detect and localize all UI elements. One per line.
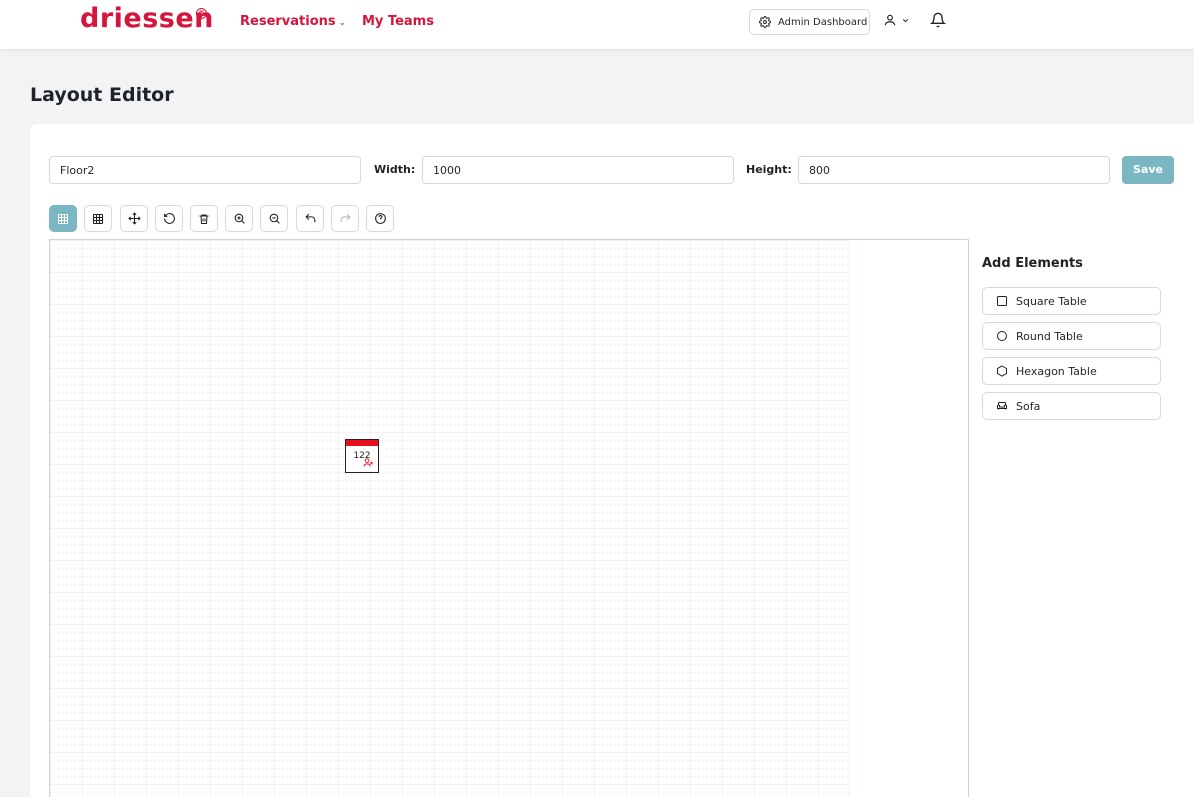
canvas-square-table[interactable]: 122 [345, 439, 379, 473]
undo-button[interactable] [296, 205, 324, 232]
rotate-button[interactable] [155, 205, 183, 232]
occupant-icon [363, 458, 373, 467]
zoom-in-icon [234, 213, 245, 224]
add-round-table-label: Round Table [1016, 329, 1083, 343]
redo-button[interactable] [331, 205, 359, 232]
brand-logo[interactable]: driessen [80, 3, 214, 34]
table-status-bar [346, 440, 378, 446]
admin-dashboard-button[interactable]: Admin Dashboard [749, 9, 870, 35]
zoom-out-icon [269, 213, 280, 224]
snap-to-grid-button[interactable] [84, 205, 112, 232]
add-round-table-button[interactable]: Round Table [982, 322, 1161, 350]
nav-my-teams[interactable]: My Teams [362, 14, 434, 29]
chevron-down-icon [902, 18, 909, 22]
undo-icon [304, 213, 315, 223]
delete-button[interactable] [190, 205, 218, 232]
zoom-out-button[interactable] [260, 205, 288, 232]
help-icon [374, 213, 386, 224]
height-input[interactable] [798, 156, 1110, 184]
page-title: Layout Editor [30, 84, 174, 106]
top-navigation-bar: driessen ® Reservations ⌄ My Teams Admin … [0, 0, 1194, 50]
canvas-grid [50, 240, 850, 797]
square-icon [997, 296, 1007, 306]
add-elements-title: Add Elements [982, 256, 1083, 271]
add-sofa-label: Sofa [1016, 399, 1041, 413]
add-square-table-label: Square Table [1016, 294, 1087, 308]
help-button[interactable] [366, 205, 394, 232]
save-button[interactable]: Save [1122, 156, 1174, 184]
snap-grid-icon [92, 213, 104, 224]
circle-icon [997, 331, 1007, 341]
user-menu[interactable] [883, 13, 910, 27]
hexagon-icon [997, 365, 1007, 377]
sofa-icon [997, 402, 1007, 410]
nav-reservations-label: Reservations [240, 14, 336, 29]
registered-mark: ® [196, 8, 207, 19]
width-label: Width: [374, 163, 416, 176]
notifications-button[interactable] [929, 12, 947, 32]
move-icon [127, 212, 141, 225]
grid-icon [58, 213, 68, 224]
add-sofa-button[interactable]: Sofa [982, 392, 1161, 420]
chevron-down-icon: ⌄ [338, 18, 347, 28]
trash-icon [199, 214, 209, 224]
add-square-table-button[interactable]: Square Table [982, 287, 1161, 315]
move-button[interactable] [120, 205, 148, 232]
add-hexagon-table-label: Hexagon Table [1016, 364, 1097, 378]
layout-name-input[interactable] [49, 156, 361, 184]
nav-reservations[interactable]: Reservations ⌄ [240, 14, 346, 29]
redo-icon [340, 213, 351, 223]
admin-dashboard-label: Admin Dashboard [778, 16, 868, 28]
layout-canvas[interactable] [49, 239, 969, 797]
user-icon [884, 14, 896, 26]
height-label: Height: [746, 163, 792, 176]
width-input[interactable] [422, 156, 734, 184]
zoom-in-button[interactable] [225, 205, 253, 232]
rotate-icon [163, 213, 175, 224]
add-hexagon-table-button[interactable]: Hexagon Table [982, 357, 1161, 385]
bell-icon [929, 12, 947, 28]
toggle-grid-button[interactable] [49, 205, 77, 232]
gear-icon [759, 16, 771, 28]
